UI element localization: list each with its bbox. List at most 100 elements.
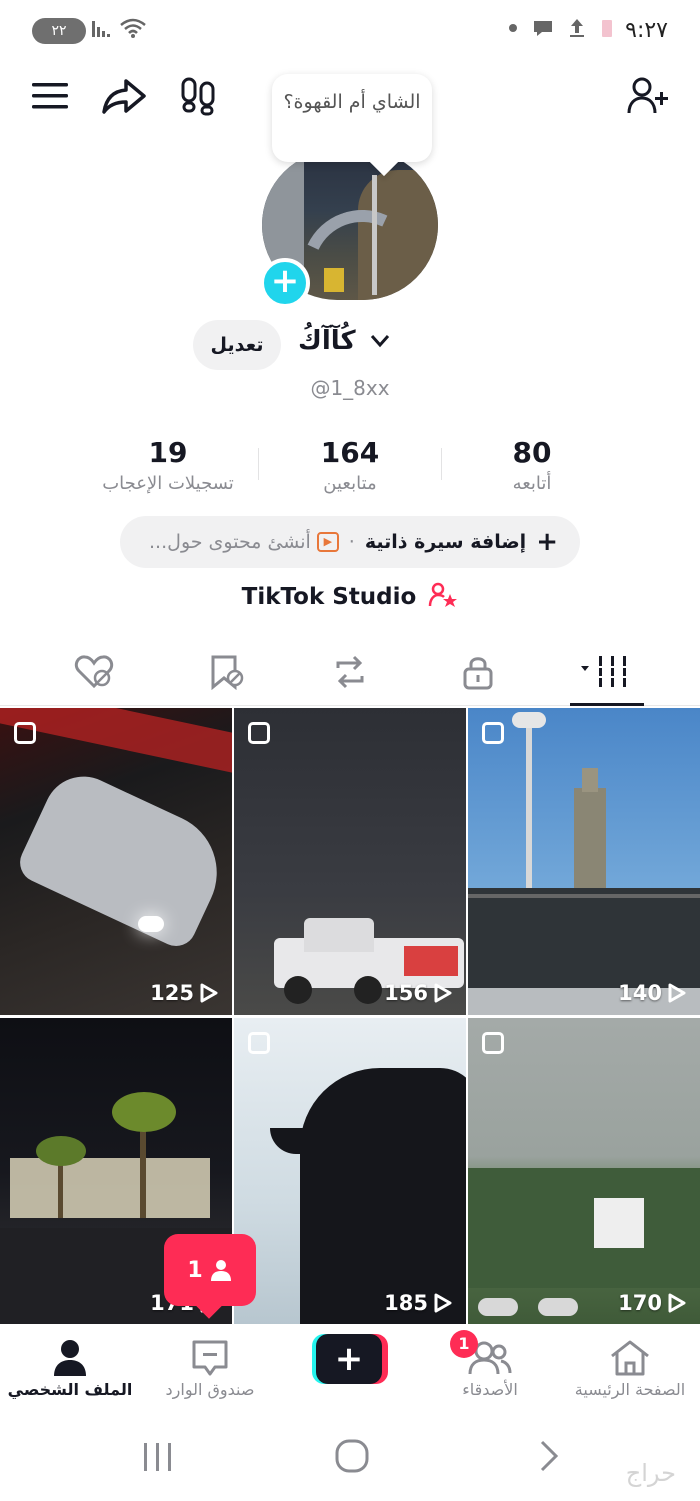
- followers-count: 164: [320, 436, 380, 469]
- creator-star-icon: [429, 582, 458, 607]
- following-count: 80: [512, 436, 552, 469]
- tiktok-studio-link[interactable]: TikTok Studio: [0, 582, 700, 610]
- tab-favorites[interactable]: [196, 648, 256, 696]
- bookmark-hidden-icon: [211, 655, 244, 690]
- chat-icon: [534, 21, 552, 36]
- recent-apps-icon: [144, 1443, 171, 1471]
- add-bio-button[interactable]: + إضافة سيرة ذاتية · ▶ أنشئ محتوى حول...: [120, 516, 580, 568]
- plus-icon: +: [536, 527, 558, 557]
- home-icon: [611, 1340, 649, 1376]
- tab-reposts[interactable]: [320, 648, 380, 696]
- videos-grid-icon: [581, 656, 626, 687]
- menu-button[interactable]: [26, 72, 74, 120]
- profile-name[interactable]: ﮐُﺂآكُ: [298, 326, 391, 356]
- likes-label: تسجيلات الإعجاب: [102, 473, 234, 494]
- video-thumbnail[interactable]: 125: [0, 708, 232, 1015]
- edit-profile-button[interactable]: تعديل: [193, 320, 281, 370]
- friends-notification-badge: 1: [450, 1330, 478, 1358]
- home-circle-icon: [335, 1439, 369, 1473]
- new-follower-count: 1: [187, 1257, 203, 1283]
- signal-icon: [92, 21, 110, 37]
- nav-profile-label: الملف الشخصي: [7, 1380, 133, 1399]
- back-system-button[interactable]: [534, 1438, 564, 1478]
- create-video-button[interactable]: +: [312, 1334, 388, 1384]
- profile-stats: 19 تسجيلات الإعجاب 164 متابعين 80 أتابعه: [0, 436, 700, 506]
- person-icon: [210, 1260, 231, 1281]
- status-bar: ٢٢ ٩:٢٧: [0, 0, 700, 62]
- select-checkbox[interactable]: [482, 722, 504, 744]
- dot-icon: [509, 24, 517, 32]
- battery-badge: ٢٢: [32, 18, 86, 44]
- chevron-right-icon: [540, 1440, 559, 1472]
- home-system-button[interactable]: [334, 1438, 370, 1478]
- nav-home[interactable]: الصفحة الرئيسية: [560, 1336, 700, 1399]
- profile-name-text: ﮐُﺂآكُ: [298, 326, 356, 356]
- clock: ٩:٢٧: [625, 18, 668, 43]
- profile-filled-icon: [54, 1340, 86, 1376]
- video-thumbnail[interactable]: 185: [234, 1018, 466, 1325]
- lock-icon: [463, 657, 493, 690]
- signal-icons: [92, 17, 146, 39]
- system-nav-bar: حراج: [0, 1416, 700, 1501]
- play-icon: [434, 983, 452, 1003]
- select-checkbox[interactable]: [248, 1032, 270, 1054]
- notification-icons: [508, 17, 614, 39]
- upload-icon: [570, 19, 584, 37]
- nav-profile[interactable]: الملف الشخصي: [0, 1336, 140, 1399]
- battery-alert-icon: [602, 20, 612, 37]
- view-count: 125: [150, 981, 218, 1005]
- view-count: 140: [618, 981, 686, 1005]
- following-label: أتابعه: [512, 473, 552, 494]
- footprints-icon: [181, 77, 215, 116]
- stat-likes[interactable]: 19 تسجيلات الإعجاب: [86, 436, 250, 494]
- view-count: 170: [618, 1291, 686, 1315]
- menu-icon: [32, 83, 68, 109]
- footprints-button[interactable]: [174, 72, 222, 120]
- nav-friends-label: الأصدقاء: [462, 1380, 518, 1399]
- studio-label: TikTok Studio: [241, 584, 417, 610]
- play-icon: [434, 1293, 452, 1313]
- tab-videos[interactable]: [574, 648, 640, 696]
- content-tabs: [0, 640, 700, 706]
- separator-dot: ·: [348, 531, 355, 553]
- watermark-logo: حراج: [625, 1459, 676, 1487]
- nav-inbox[interactable]: صندوق الوارد: [140, 1336, 280, 1399]
- add-friend-button[interactable]: [624, 72, 672, 120]
- tab-liked[interactable]: [64, 648, 124, 696]
- note-bubble[interactable]: الشاي أم القهوة؟: [272, 74, 432, 162]
- recent-apps-button[interactable]: [138, 1440, 178, 1478]
- nav-inbox-label: صندوق الوارد: [165, 1380, 255, 1399]
- video-thumbnail[interactable]: 140: [468, 708, 700, 1015]
- select-checkbox[interactable]: [248, 722, 270, 744]
- view-count: 156: [384, 981, 452, 1005]
- username: @1_8xx: [310, 376, 390, 400]
- select-checkbox[interactable]: [14, 722, 36, 744]
- divider: [441, 448, 442, 480]
- stat-following[interactable]: 80 أتابعه: [472, 436, 592, 494]
- add-bio-label: إضافة سيرة ذاتية: [364, 531, 527, 553]
- tab-private[interactable]: [448, 648, 508, 696]
- add-avatar-button[interactable]: +: [260, 258, 310, 308]
- add-friend-icon: [627, 77, 668, 114]
- followers-label: متابعين: [323, 473, 377, 494]
- likes-count: 19: [148, 436, 188, 469]
- chevron-down-icon: [370, 335, 389, 348]
- nav-home-label: الصفحة الرئيسية: [574, 1380, 686, 1399]
- wifi-icon: [120, 18, 146, 38]
- share-icon: [102, 79, 146, 114]
- play-icon: [200, 983, 218, 1003]
- share-button[interactable]: [100, 72, 148, 120]
- video-thumbnail[interactable]: 170: [468, 1018, 700, 1325]
- active-tab-indicator: [570, 703, 644, 706]
- play-icon: [668, 983, 686, 1003]
- stat-followers[interactable]: 164 متابعين: [290, 436, 410, 494]
- video-thumbnail[interactable]: 156: [234, 708, 466, 1015]
- divider: [258, 448, 259, 480]
- new-follower-bubble[interactable]: 1: [164, 1234, 256, 1306]
- video-grid: 125 156 140 171 185: [0, 708, 700, 1325]
- play-icon: ▶: [316, 532, 339, 552]
- play-icon: [668, 1293, 686, 1313]
- select-checkbox[interactable]: [482, 1032, 504, 1054]
- view-count: 185: [384, 1291, 452, 1315]
- nav-friends[interactable]: الأصدقاء: [420, 1336, 560, 1399]
